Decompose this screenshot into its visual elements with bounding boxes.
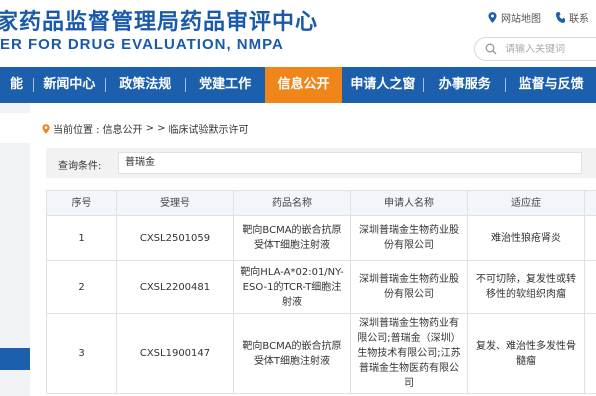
cell-no: 3 <box>46 313 117 394</box>
cell-no: 2 <box>46 260 117 314</box>
site-title-cn[interactable]: 家药品监督管理局药品审评中心 <box>0 4 318 36</box>
cell-extra <box>584 260 596 314</box>
site-header: 家药品监督管理局药品审评中心 ER FOR DRUG EVALUATION, N… <box>0 0 596 66</box>
cell-indication: 复发、难治性多发性骨髓瘤 <box>467 313 585 394</box>
cell-extra <box>584 313 596 394</box>
nav-item-feedback[interactable]: 监督与反馈 <box>506 67 596 103</box>
breadcrumb-prefix: 当前位置 : <box>53 125 100 136</box>
table-header-row: 序号 受理号 药品名称 申请人名称 适应症 <box>46 190 596 216</box>
sitemap-link[interactable]: 网站地图 <box>488 10 541 25</box>
query-bar: 查询条件: 普瑞金 <box>46 148 596 178</box>
header-extra <box>584 190 596 216</box>
cell-acceptance-no: CXSL2200481 <box>116 260 234 314</box>
contact-link[interactable]: 联系 <box>556 10 589 25</box>
cell-drug-name: 靶向HLA-A*02:01/NY-ESO-1的TCR-T细胞注射液 <box>233 260 351 314</box>
header-no: 序号 <box>46 190 117 216</box>
cell-drug-name: 靶向BCMA的嵌合抗原受体T细胞注射液 <box>233 313 351 394</box>
header-applicant: 申请人名称 <box>350 190 468 216</box>
cell-extra <box>584 215 596 261</box>
cell-no: 1 <box>46 215 117 261</box>
cell-indication: 难治性狼疮肾炎 <box>467 215 585 261</box>
cell-applicant: 深圳普瑞金生物药业股份有限公司 <box>350 215 468 261</box>
nav-item-info[interactable]: 信息公开 <box>264 67 343 103</box>
location-pin-icon <box>42 123 50 134</box>
nav-item-party[interactable]: 党建工作 <box>186 67 265 103</box>
table-row[interactable]: 1 CXSL2501059 靶向BCMA的嵌合抗原受体T细胞注射液 深圳普瑞金生… <box>46 215 596 261</box>
query-input[interactable]: 普瑞金 <box>118 152 582 174</box>
contact-label: 联系 <box>569 14 589 25</box>
query-label: 查询条件: <box>58 161 102 172</box>
breadcrumb: 当前位置 : 信息公开 > > 临床试验默示许可 <box>42 121 249 136</box>
header-acceptance-no: 受理号 <box>116 190 234 216</box>
site-title-en: ER FOR DRUG EVALUATION, NMPA <box>0 36 284 53</box>
search-box[interactable] <box>474 37 596 61</box>
search-input[interactable] <box>505 43 595 55</box>
results-table: 序号 受理号 药品名称 申请人名称 适应症 1 CXSL2501059 靶向BC… <box>46 190 596 394</box>
cell-indication: 不可切除，复发性或转移性的软组织肉瘤 <box>467 260 585 314</box>
header-indication: 适应症 <box>467 190 585 216</box>
nav-item-news[interactable]: 新闻中心 <box>34 67 105 103</box>
breadcrumb-separator: > > <box>145 123 166 134</box>
search-icon[interactable] <box>485 43 497 55</box>
table-row[interactable]: 2 CXSL2200481 靶向HLA-A*02:01/NY-ESO-1的TCR… <box>46 260 596 314</box>
cell-applicant: 深圳普瑞金生物药业股份有限公司 <box>350 260 468 314</box>
main-content: 当前位置 : 信息公开 > > 临床试验默示许可 查询条件: 普瑞金 序号 受理… <box>36 103 596 396</box>
location-pin-icon <box>488 12 497 23</box>
header-drug-name: 药品名称 <box>233 190 351 216</box>
nav-item-applicant[interactable]: 申请人之窗 <box>342 67 423 103</box>
table-row[interactable]: 3 CXSL1900147 靶向BCMA的嵌合抗原受体T细胞注射液 深圳普瑞金生… <box>46 313 596 394</box>
phone-icon <box>556 12 565 23</box>
cell-applicant: 深圳普瑞金生物药业有限公司;普瑞金（深圳）生物技术有限公司;江苏普瑞金生物医药有… <box>350 313 468 394</box>
cell-drug-name: 靶向BCMA的嵌合抗原受体T细胞注射液 <box>233 215 351 261</box>
sitemap-label: 网站地图 <box>501 14 541 25</box>
main-nav: 能 新闻中心 政策法规 党建工作 信息公开 申请人之窗 办事服务 监督与反馈 <box>0 67 596 103</box>
left-sidebar <box>0 103 30 396</box>
nav-item-partial[interactable]: 能 <box>0 67 33 103</box>
sidebar-item[interactable] <box>0 113 30 143</box>
breadcrumb-info-link[interactable]: 信息公开 <box>103 121 143 136</box>
sidebar-item-active[interactable] <box>0 348 30 370</box>
nav-item-policy[interactable]: 政策法规 <box>106 67 185 103</box>
nav-item-services[interactable]: 办事服务 <box>424 67 505 103</box>
cell-acceptance-no: CXSL2501059 <box>116 215 234 261</box>
cell-acceptance-no: CXSL1900147 <box>116 313 234 394</box>
breadcrumb-current-page: 临床试验默示许可 <box>168 125 249 136</box>
